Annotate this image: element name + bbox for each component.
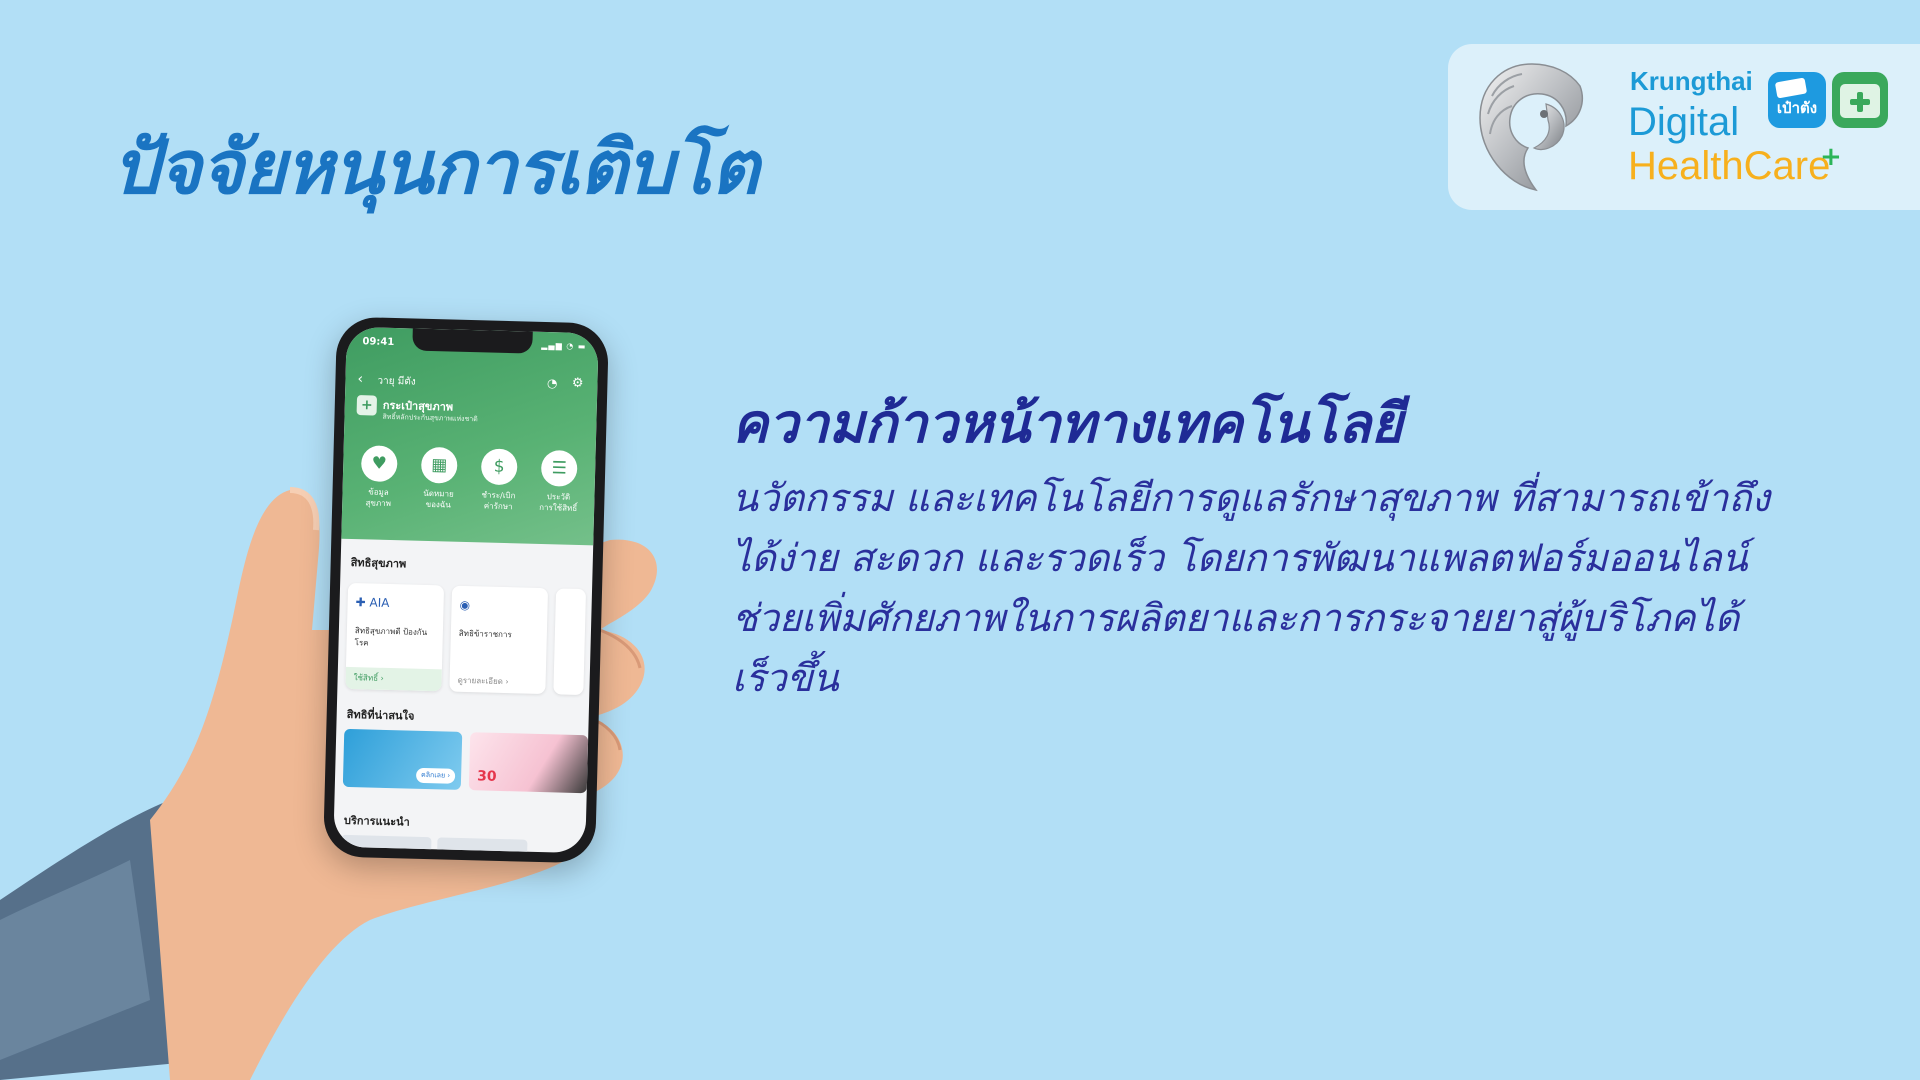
benefit-card-label: สิทธิข้าราชการ [458,628,512,640]
bell-icon[interactable]: ◔ [547,376,558,390]
body-line: ช่วยเพิ่มศักยภาพในการผลิตยาและการกระจายย… [732,596,1740,640]
phone-screen: 09:41 ▂▄▆ ◔ ▬ ‹ วายุ มีตัง ◔ ⚙ + กระเป๋า… [333,326,599,854]
brand-plus-sign: + [1820,142,1842,172]
wallet-subtitle: สิทธิ์หลักประกันสุขภาพแห่งชาติ [382,412,478,424]
benefit-card-action[interactable]: ใช้สิทธิ์ › [345,666,442,692]
payment-icon: $ [480,448,518,486]
gear-icon[interactable]: ⚙ [572,376,584,391]
section-title-benefits: สิทธิสุขภาพ [350,555,407,571]
section-heading: ความก้าวหน้าทางเทคโนโลยี [732,392,1403,455]
section-title-services: บริการแนะนำ [343,813,410,829]
back-arrow-icon[interactable]: ‹ [357,371,363,387]
quick-action-label: ชำระ/เบิก ค่ารักษา [481,490,516,512]
promo-banner[interactable]: คลิกเลย › [342,728,463,790]
phone-notch [412,328,533,354]
smartphone: 09:41 ▂▄▆ ◔ ▬ ‹ วายุ มีตัง ◔ ⚙ + กระเป๋า… [322,316,610,864]
page-title: ปัจจัยหนุนการเติบโต [112,125,759,211]
brand-healthcare-text: HealthCare [1628,144,1831,188]
brand-logo-card: Krungthai Digital HealthCare + เป๋าตัง [1448,44,1920,210]
status-time: 09:41 [362,336,395,349]
app-nav-title: วายุ มีตัง [377,375,416,388]
quick-action-payments[interactable]: $ ชำระ/เบิก ค่ารักษา [470,448,528,512]
quick-action-health-info[interactable]: ♥ ข้อมูล สุขภาพ [350,445,408,509]
benefit-card[interactable]: ◉ สิทธิข้าราชการ ดูรายละเอียด › [449,585,549,695]
quick-action-appointments[interactable]: ▦ นัดหมาย ของฉัน [410,446,468,511]
history-icon: ☰ [540,449,578,487]
service-list [341,834,528,854]
benefit-card[interactable]: ✚ AIA สิทธิสุขภาพดี ป้องกันโรค ใช้สิทธิ์… [345,582,445,692]
quick-action-row: ♥ ข้อมูล สุขภาพ ▦ นัดหมาย ของฉัน $ ชำระ/เบ… [342,445,596,515]
garuda-emblem-icon [1479,63,1584,192]
benefit-card-row: ✚ AIA สิทธิสุขภาพดี ป้องกันโรค ใช้สิทธิ์… [345,582,587,696]
brand-digital-text: Digital [1628,100,1740,144]
medical-cross-icon [1850,92,1870,112]
body-line: เร็วขึ้น [732,656,839,700]
app-header: 09:41 ▂▄▆ ◔ ▬ ‹ วายุ มีตัง ◔ ⚙ + กระเป๋า… [341,326,599,546]
service-item[interactable] [437,837,528,854]
promo-price: 30 [476,768,497,785]
heart-icon: ♥ [360,445,398,483]
benefit-provider-logos: ✚ AIA [355,595,390,610]
benefit-card-label: สิทธิสุขภาพดี ป้องกันโรค [354,626,428,648]
health-wallet-app-icon [1832,72,1888,128]
quick-action-label: ประวัติ การใช้สิทธิ์ [539,492,578,513]
service-item[interactable] [341,834,432,854]
benefit-card-partial[interactable] [553,588,587,696]
status-icons: ▂▄▆ ◔ ▬ [541,340,587,352]
promo-banner-row: คลิกเลย › 30 [342,728,589,794]
quick-action-label: ข้อมูล สุขภาพ [365,487,392,509]
brand-krungthai-text: Krungthai [1630,66,1753,96]
body-paragraph: นวัตกรรม และเทคโนโลยีการดูแลรักษาสุขภาพ … [732,468,1792,708]
quick-action-history[interactable]: ☰ ประวัติ การใช้สิทธิ์ [530,449,588,514]
benefit-card-action[interactable]: ดูรายละเอียด › [449,670,546,695]
calendar-icon: ▦ [420,446,458,484]
promo-badge: คลิกเลย › [415,767,456,784]
benefit-provider-logos: ◉ [459,597,471,613]
health-wallet-icon: + [356,395,378,416]
body-line: นวัตกรรม และเทคโนโลยีการดูแลรักษาสุขภาพ … [732,476,1770,520]
promo-banner[interactable]: 30 [468,732,589,794]
paotang-app-icon: เป๋าตัง [1768,72,1826,128]
paotang-app-label: เป๋าตัง [1776,99,1818,117]
quick-action-label: นัดหมาย ของฉัน [423,488,454,510]
body-line: ได้ง่าย สะดวก และรวดเร็ว โดยการพัฒนาแพลต… [732,536,1748,580]
section-title-interesting: สิทธิที่น่าสนใจ [346,707,415,723]
